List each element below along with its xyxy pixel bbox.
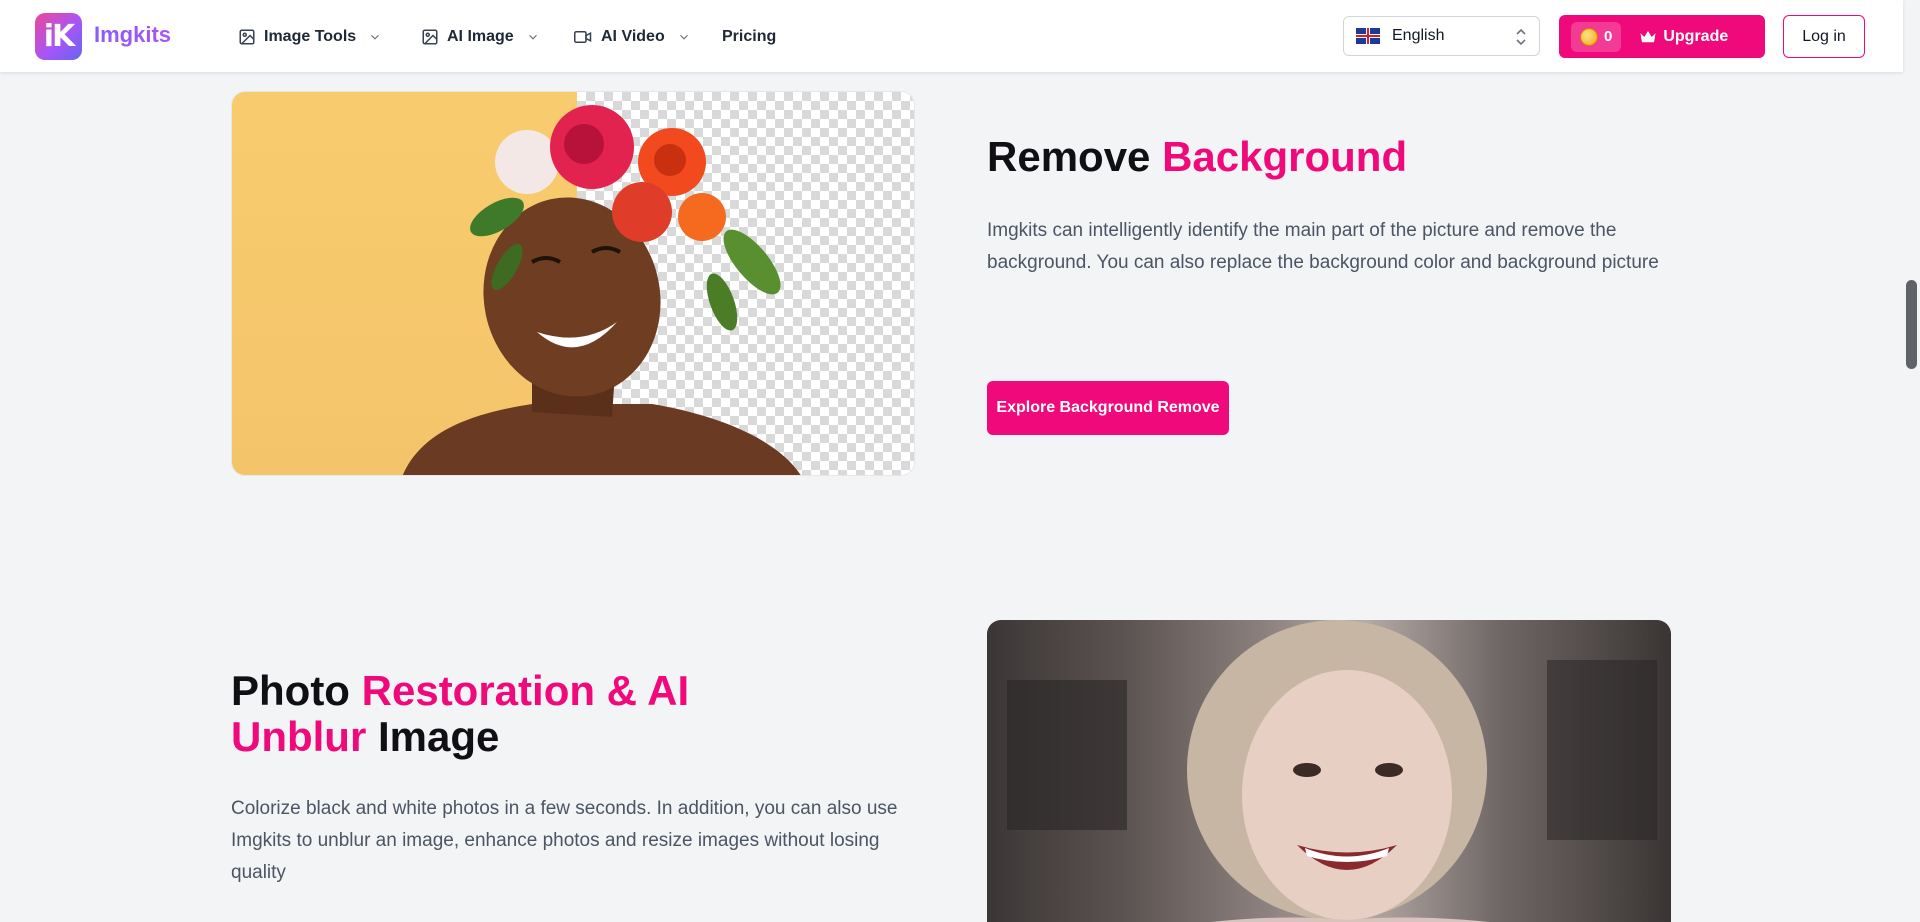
chevron-down-icon [679, 34, 688, 40]
title-accent-text: Restoration & AI [361, 667, 690, 714]
brand-name[interactable]: Imgkits [94, 22, 171, 48]
title-plain-text: Image [366, 713, 500, 760]
coin-icon [1580, 27, 1598, 46]
crown-icon [1640, 30, 1656, 42]
scrollbar-thumb[interactable] [1906, 280, 1917, 369]
credits-badge: 0 [1571, 21, 1622, 52]
remove-background-title: Remove Background [987, 134, 1407, 180]
upgrade-label: Upgrade [1663, 27, 1729, 45]
login-button[interactable]: Log in [1783, 15, 1865, 58]
image-icon [422, 29, 438, 45]
nav-label: AI Video [601, 28, 665, 45]
chevron-down-icon [528, 34, 537, 40]
scrollbar-track[interactable] [1903, 0, 1920, 922]
upgrade-button[interactable]: 0 Upgrade [1559, 15, 1765, 58]
title-accent-text: Unblur [231, 713, 367, 760]
uk-flag-icon [1356, 28, 1380, 44]
nav-label: Pricing [722, 28, 777, 45]
vintage-portrait-illustration [1007, 620, 1657, 922]
credits-count: 0 [1604, 28, 1613, 45]
logo-letters: iK [43, 19, 76, 54]
video-icon [574, 31, 592, 43]
title-plain-text: Remove [987, 133, 1163, 180]
photo-restoration-description: Colorize black and white photos in a few… [231, 798, 898, 883]
language-label: English [1392, 27, 1445, 44]
imgkits-logo[interactable]: iK [35, 13, 82, 60]
photo-restoration-title: Photo Restoration & AI Unblur Image [231, 668, 751, 760]
remove-background-description: Imgkits can intelligently identify the m… [987, 220, 1659, 273]
nav-pricing[interactable]: Pricing [722, 25, 776, 49]
title-accent-text: Background [1162, 133, 1408, 180]
nav-image-tools[interactable]: Image Tools [238, 25, 382, 49]
title-plain-text: Photo [231, 667, 362, 714]
photo-restoration-demo-image [987, 620, 1671, 922]
chevron-down-icon [371, 34, 380, 40]
nav-label: AI Image [447, 28, 514, 45]
nav-ai-video[interactable]: AI Video [573, 25, 691, 49]
upgrade-label-group: Upgrade [1639, 28, 1728, 46]
remove-background-demo-image [231, 91, 915, 476]
image-icon [239, 29, 255, 45]
explore-background-remove-button[interactable]: Explore Background Remove [987, 381, 1229, 435]
nav-label: Image Tools [264, 28, 357, 45]
top-navbar: iK Imgkits Image Tools AI Image AI Video… [0, 0, 1903, 72]
up-down-arrows-icon [1516, 28, 1526, 46]
language-select[interactable]: English [1343, 16, 1540, 56]
nav-ai-image[interactable]: AI Image [421, 25, 540, 49]
woman-portrait-illustration [402, 105, 801, 475]
